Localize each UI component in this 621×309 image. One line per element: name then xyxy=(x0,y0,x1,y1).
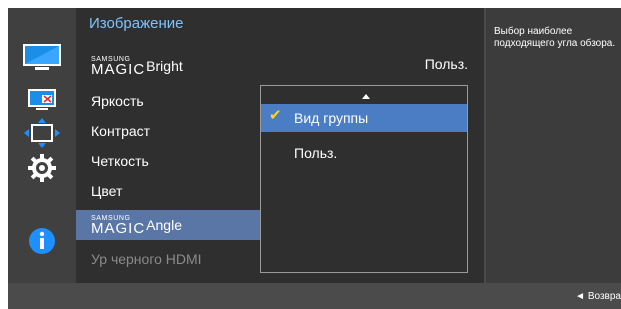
magic-word-label: MAGIC xyxy=(91,219,146,237)
menu-item-label: Четкость xyxy=(91,153,149,169)
menu-title: Изображение xyxy=(89,15,184,32)
menu-item-sharpness[interactable]: Четкость xyxy=(76,146,262,176)
magic-logo: SAMSUNG MAGIC xyxy=(91,56,145,77)
bottom-bar: ◄ Возвра xyxy=(8,283,621,309)
screen-adjust-icon[interactable] xyxy=(8,82,76,116)
menu-panel: Изображение SAMSUNG MAGIC Bright Польз. … xyxy=(76,8,484,283)
icon-column xyxy=(8,8,76,283)
menu-item-color[interactable]: Цвет xyxy=(76,176,262,206)
menu-item-label: Яркость xyxy=(91,93,144,109)
magic-logo: SAMSUNG MAGIC xyxy=(91,215,145,236)
menu-item-contrast[interactable]: Контраст xyxy=(76,116,262,146)
menu-item-label: Angle xyxy=(146,217,182,233)
magic-word-label: MAGIC xyxy=(91,60,146,78)
menu-item-label: Контраст xyxy=(91,123,151,139)
dropdown-option-label: Польз. xyxy=(294,145,338,161)
dropdown-option-label: Вид группы xyxy=(294,110,369,126)
picture-icon[interactable] xyxy=(8,40,76,74)
menu-item-magicangle[interactable]: SAMSUNG MAGIC Angle xyxy=(76,210,262,240)
information-icon[interactable] xyxy=(8,224,76,258)
menu-item-label: Цвет xyxy=(91,183,123,199)
help-text: Выбор наиболее подходящего угла обзора. xyxy=(494,26,616,49)
checkmark-icon: ✔ xyxy=(269,107,282,124)
menu-item-label: Ур черного HDMI xyxy=(91,251,202,267)
menu-item-label: Bright xyxy=(146,58,183,74)
return-button[interactable]: ◄ Возвра xyxy=(575,291,621,302)
help-panel: Выбор наиболее подходящего угла обзора. xyxy=(486,8,621,283)
magicangle-dropdown[interactable]: ✔ Вид группы Польз. xyxy=(260,85,468,273)
osd-menu: Изображение SAMSUNG MAGIC Bright Польз. … xyxy=(8,8,621,309)
menu-item-brightness[interactable]: Яркость xyxy=(76,86,262,116)
menu-item-magicbright[interactable]: SAMSUNG MAGIC Bright xyxy=(76,51,262,81)
position-size-icon[interactable] xyxy=(8,116,76,150)
magicbright-value: Польз. xyxy=(424,56,468,72)
dropdown-option-group-view[interactable]: ✔ Вид группы xyxy=(261,104,467,132)
menu-item-hdmi-black-level: Ур черного HDMI xyxy=(76,244,262,274)
dropdown-option-custom[interactable]: Польз. xyxy=(261,139,467,167)
settings-gear-icon[interactable] xyxy=(8,151,76,185)
scroll-up-arrow-icon xyxy=(362,94,370,99)
